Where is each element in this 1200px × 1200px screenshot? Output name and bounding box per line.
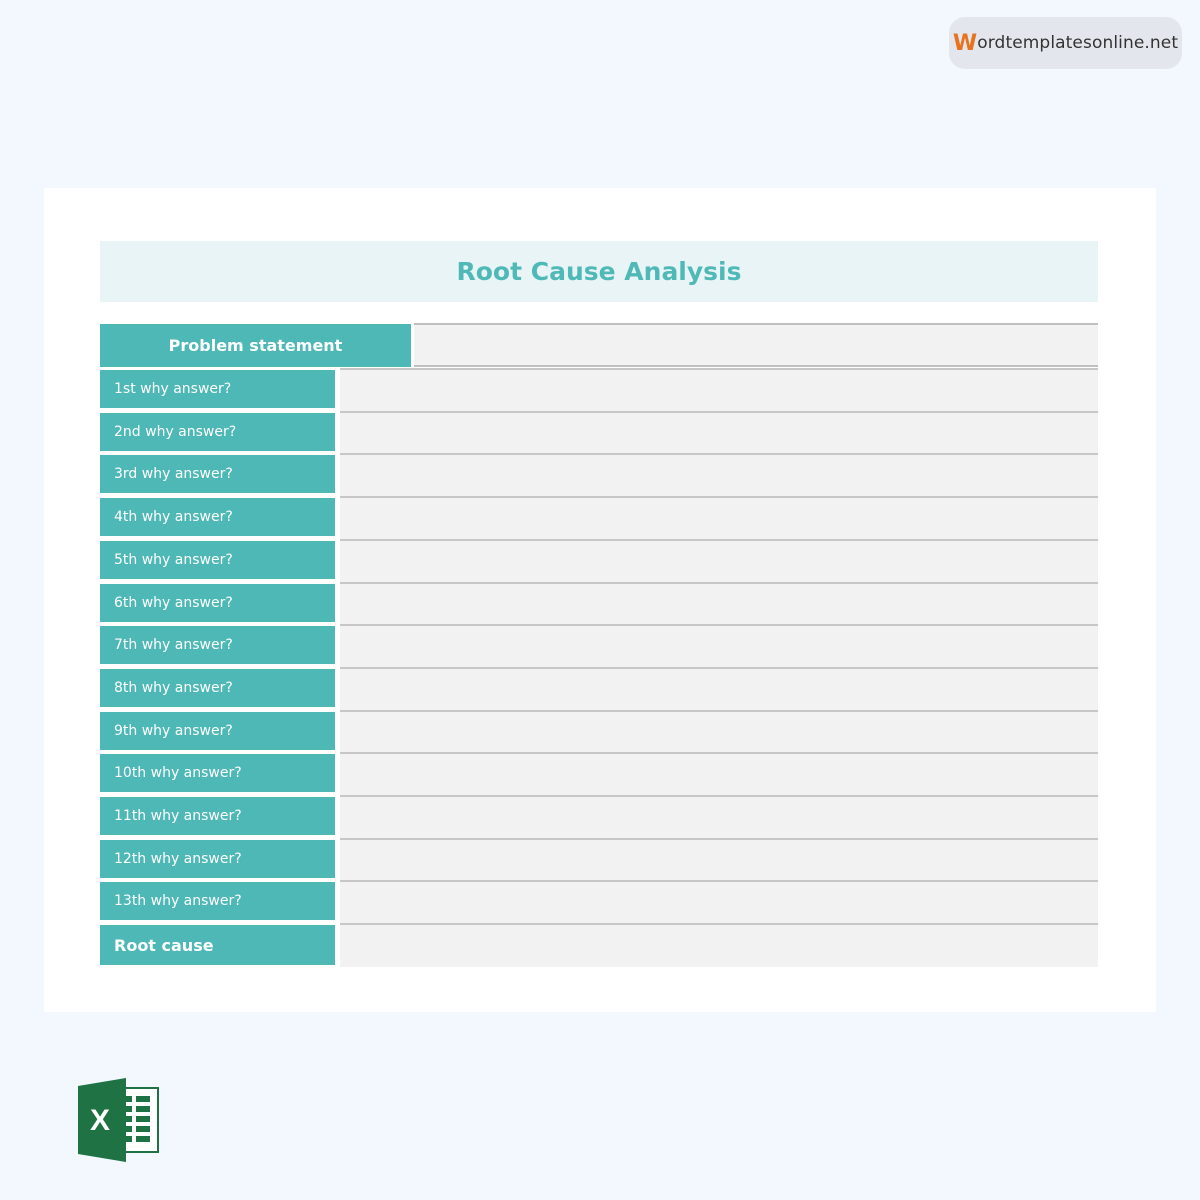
why-row-label: 1st why answer? [100,370,335,408]
why-row-label: 12th why answer? [100,839,335,878]
sheet-title: Root Cause Analysis [456,257,742,286]
brand-name: ordtemplatesonline.net [977,33,1179,53]
why-row-label: 8th why answer? [100,668,335,707]
why-row-field[interactable] [340,709,1098,753]
problem-statement-field[interactable] [414,323,1098,367]
template-sheet: Root Cause Analysis Problem statement 1s… [44,188,1156,1012]
root-cause-field[interactable] [340,923,1098,968]
why-row-label: 4th why answer? [100,498,335,537]
why-row-label: 2nd why answer? [100,412,335,451]
why-row-field[interactable] [340,752,1098,796]
why-row-field[interactable] [340,795,1098,838]
why-row-field[interactable] [340,368,1098,411]
why-row-label: 13th why answer? [100,882,335,921]
why-row-label: 10th why answer? [100,754,335,793]
why-row-field[interactable] [340,453,1098,497]
brand-watermark[interactable]: Wordtemplatesonline.net [949,17,1182,69]
excel-logo-icon: X [78,1078,159,1162]
why-row-field[interactable] [340,666,1098,710]
root-cause-label: Root cause [100,925,335,966]
why-row-label: 6th why answer? [100,583,335,622]
why-row-field[interactable] [340,410,1098,454]
why-row-field[interactable] [340,837,1098,881]
why-row-label: 5th why answer? [100,540,335,579]
why-row-field[interactable] [340,624,1098,668]
why-row-label: 9th why answer? [100,711,335,750]
brand-initial: W [952,30,978,56]
svg-text:X: X [90,1104,110,1137]
title-band: Root Cause Analysis [100,241,1098,302]
why-row-label: 7th why answer? [100,626,335,665]
problem-statement-label: Problem statement [100,324,411,367]
why-row-label: 11th why answer? [100,797,335,835]
why-row-field[interactable] [340,496,1098,540]
page: Wordtemplatesonline.net Root Cause Analy… [0,0,1200,1200]
why-row-field[interactable] [340,880,1098,924]
why-row-label: 3rd why answer? [100,455,335,494]
why-row-field[interactable] [340,581,1098,625]
why-row-field[interactable] [340,538,1098,582]
